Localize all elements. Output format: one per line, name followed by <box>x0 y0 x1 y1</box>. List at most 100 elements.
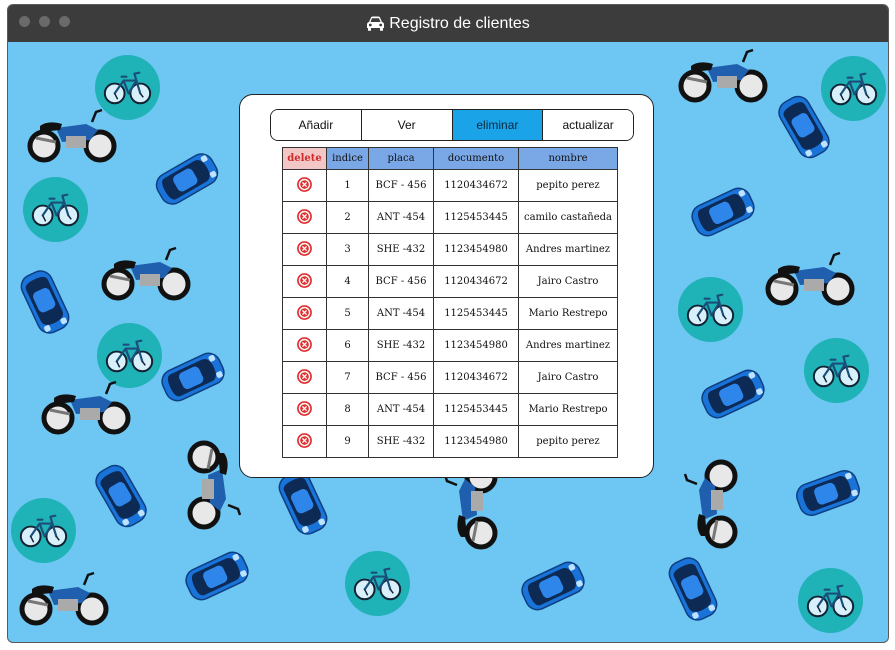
cell-documento: 1120434672 <box>433 169 519 202</box>
cell-nombre: Jairo Castro <box>518 265 618 298</box>
bicycle-icon <box>10 497 77 564</box>
table-header-row: delete indice placa documento nombre <box>282 147 618 170</box>
cell-indice: 5 <box>326 297 369 330</box>
motorcycle-icon <box>681 458 739 550</box>
cell-indice: 1 <box>326 169 369 202</box>
bicycle-icon <box>797 567 864 634</box>
cell-nombre: Jairo Castro <box>518 361 618 394</box>
cell-nombre: Mario Restrepo <box>518 393 618 426</box>
title-bar: Registro de clientes <box>8 5 888 42</box>
bicycle-icon <box>820 55 887 122</box>
car-icon <box>695 362 772 426</box>
table-row: 5 ANT -454 1125453445 Mario Restrepo <box>282 297 618 330</box>
table-row: 6 SHE -432 1123454980 Andres martinez <box>282 329 618 362</box>
delete-cell <box>282 201 327 234</box>
cell-indice: 8 <box>326 393 369 426</box>
cell-nombre: pepito perez <box>518 169 618 202</box>
bicycle-icon <box>677 276 744 343</box>
cell-indice: 7 <box>326 361 369 394</box>
cell-nombre: Mario Restrepo <box>518 297 618 330</box>
column-header-documento: documento <box>433 147 519 170</box>
cell-nombre: Andres martinez <box>518 233 618 266</box>
motorcycle-icon <box>100 244 192 302</box>
delete-row-icon[interactable] <box>297 336 312 355</box>
delete-row-icon[interactable] <box>297 176 312 195</box>
delete-row-icon[interactable] <box>297 272 312 291</box>
window-title-group: Registro de clientes <box>8 5 888 42</box>
cell-placa: ANT -454 <box>368 393 434 426</box>
cell-nombre: Andres martinez <box>518 329 618 362</box>
delete-row-icon[interactable] <box>297 208 312 227</box>
motorcycle-icon <box>677 46 769 104</box>
bicycle-icon <box>344 550 411 617</box>
cell-indice: 6 <box>326 329 369 362</box>
table-row: 1 BCF - 456 1120434672 pepito perez <box>282 169 618 202</box>
car-icon <box>13 264 77 341</box>
table-row: 4 BCF - 456 1120434672 Jairo Castro <box>282 265 618 298</box>
bicycle-icon <box>22 176 89 243</box>
bicycle-icon <box>803 337 870 404</box>
cell-documento: 1125453445 <box>433 393 519 426</box>
column-header-indice: indice <box>326 147 369 170</box>
table-row: 3 SHE -432 1123454980 Andres martinez <box>282 233 618 266</box>
add-button[interactable]: Añadir <box>271 110 362 140</box>
motorcycle-icon <box>26 106 118 164</box>
delete-cell <box>282 169 327 202</box>
car-icon <box>367 16 385 31</box>
motorcycle-icon <box>18 569 110 627</box>
cell-placa: SHE -432 <box>368 425 434 458</box>
car-icon <box>685 180 762 244</box>
cell-documento: 1125453445 <box>433 297 519 330</box>
cell-documento: 1125453445 <box>433 201 519 234</box>
cell-placa: BCF - 456 <box>368 361 434 394</box>
delete-mode-button[interactable]: eliminar <box>452 110 544 140</box>
cell-indice: 4 <box>326 265 369 298</box>
delete-cell <box>282 393 327 426</box>
delete-cell <box>282 361 327 394</box>
cell-placa: BCF - 456 <box>368 265 434 298</box>
cell-documento: 1120434672 <box>433 265 519 298</box>
delete-row-icon[interactable] <box>297 400 312 419</box>
delete-cell <box>282 297 327 330</box>
car-icon <box>87 457 155 534</box>
view-button[interactable]: Ver <box>361 110 453 140</box>
cell-placa: SHE -432 <box>368 233 434 266</box>
car-icon <box>790 463 866 523</box>
delete-cell <box>282 425 327 458</box>
delete-row-icon[interactable] <box>297 304 312 323</box>
column-header-delete: delete <box>282 147 327 170</box>
cell-placa: SHE -432 <box>368 329 434 362</box>
cell-documento: 1123454980 <box>433 329 519 362</box>
car-icon <box>148 145 225 213</box>
cell-documento: 1123454980 <box>433 425 519 458</box>
table-body: 1 BCF - 456 1120434672 pepito perez 2 ANT -45… <box>282 169 618 458</box>
motorcycle-icon <box>186 439 244 531</box>
delete-cell <box>282 329 327 362</box>
cell-documento: 1120434672 <box>433 361 519 394</box>
cell-indice: 2 <box>326 201 369 234</box>
clients-table: delete indice placa documento nombre 1 BC… <box>282 147 618 458</box>
delete-cell <box>282 265 327 298</box>
main-canvas: Añadir Ver eliminar actualizar delete in… <box>8 42 888 642</box>
cell-indice: 9 <box>326 425 369 458</box>
column-header-nombre: nombre <box>518 147 618 170</box>
delete-row-icon[interactable] <box>297 432 312 451</box>
records-panel: Añadir Ver eliminar actualizar delete in… <box>239 94 654 478</box>
table-row: 8 ANT -454 1125453445 Mario Restrepo <box>282 393 618 426</box>
cell-indice: 3 <box>326 233 369 266</box>
delete-row-icon[interactable] <box>297 368 312 387</box>
car-icon <box>515 554 592 618</box>
table-row: 9 SHE -432 1123454980 pepito perez <box>282 425 618 458</box>
table-row: 7 BCF - 456 1120434672 Jairo Castro <box>282 361 618 394</box>
action-toolbar: Añadir Ver eliminar actualizar <box>270 109 634 141</box>
update-button[interactable]: actualizar <box>543 110 633 140</box>
table-row: 2 ANT -454 1125453445 camilo castañeda <box>282 201 618 234</box>
cell-placa: BCF - 456 <box>368 169 434 202</box>
window-title: Registro de clientes <box>389 14 530 32</box>
delete-row-icon[interactable] <box>297 240 312 259</box>
delete-cell <box>282 233 327 266</box>
motorcycle-icon <box>764 249 856 307</box>
cell-placa: ANT -454 <box>368 297 434 330</box>
motorcycle-icon <box>40 378 132 436</box>
cell-documento: 1123454980 <box>433 233 519 266</box>
